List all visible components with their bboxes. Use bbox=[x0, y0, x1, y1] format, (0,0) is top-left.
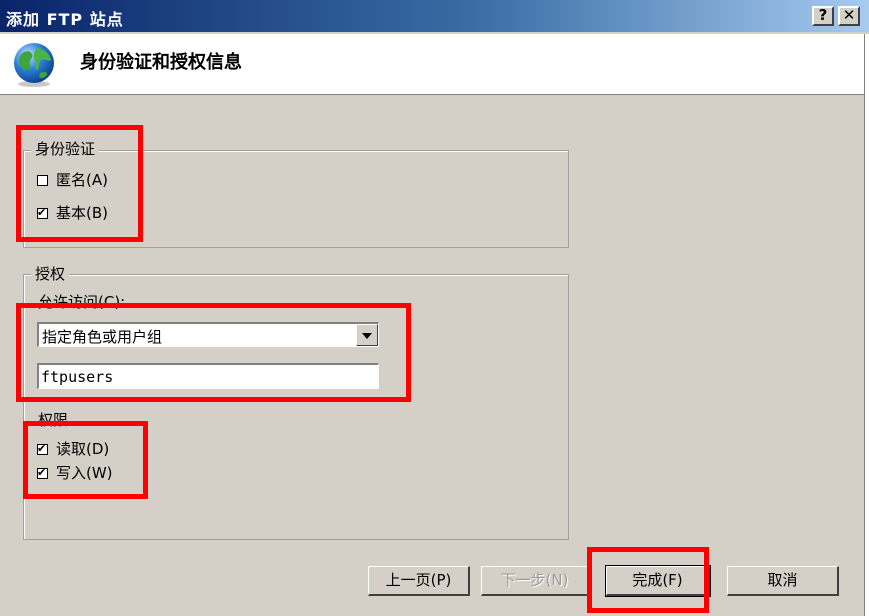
window-title: 添加 FTP 站点 bbox=[6, 10, 124, 29]
close-button[interactable]: ✕ bbox=[838, 6, 860, 26]
highlight-finish bbox=[587, 547, 709, 613]
help-button[interactable]: ? bbox=[812, 6, 834, 26]
title-bar: 添加 FTP 站点 ? ✕ bbox=[0, 0, 869, 34]
header-panel: 身份验证和授权信息 bbox=[0, 34, 864, 95]
window-edge bbox=[864, 34, 869, 616]
cancel-button[interactable]: 取消 bbox=[727, 566, 839, 596]
highlight-access bbox=[16, 303, 411, 402]
highlight-permissions bbox=[23, 421, 148, 499]
page-title: 身份验证和授权信息 bbox=[80, 52, 242, 73]
authorization-legend: 授权 bbox=[31, 265, 70, 283]
taskbar-strip bbox=[0, 610, 864, 616]
prev-button[interactable]: 上一页(P) bbox=[368, 566, 470, 596]
highlight-authentication bbox=[16, 125, 143, 242]
globe-icon bbox=[14, 43, 54, 87]
next-button[interactable]: 下一步(N) bbox=[481, 566, 589, 596]
